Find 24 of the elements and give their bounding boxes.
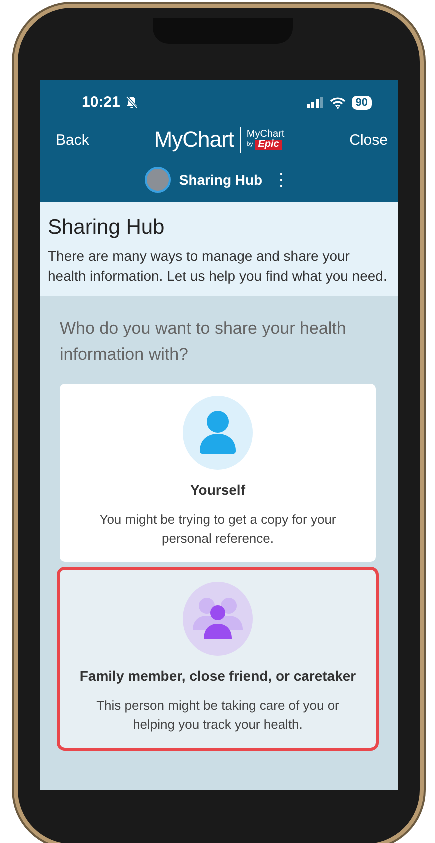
bell-muted-icon bbox=[126, 96, 138, 109]
question-text: Who do you want to share your health information with? bbox=[59, 318, 348, 366]
close-link[interactable]: Close bbox=[350, 132, 388, 148]
partner-logo-name: MyChart bbox=[246, 130, 285, 140]
status-time: 10:21 bbox=[82, 94, 120, 111]
option-description: This person might be taking care of you or helping you track your health. bbox=[96, 697, 340, 734]
avatar[interactable] bbox=[145, 167, 172, 193]
option-title: Family member, close friend, or caretaker bbox=[80, 668, 356, 684]
battery-level: 90 bbox=[352, 96, 372, 110]
signal-icon bbox=[306, 97, 324, 108]
page-description: There are many ways to manage and share your health information. Let us help you find what you need. bbox=[48, 247, 388, 286]
more-menu-button[interactable]: ⋮ bbox=[270, 169, 293, 191]
context-title: Sharing Hub bbox=[179, 172, 263, 188]
group-icon bbox=[183, 582, 253, 656]
person-icon bbox=[183, 396, 253, 470]
back-link[interactable]: Back bbox=[56, 132, 90, 148]
wifi-icon bbox=[330, 96, 346, 108]
page-title: Sharing Hub bbox=[48, 216, 166, 240]
option-title: Yourself bbox=[190, 482, 246, 498]
app-logo: MyChart bbox=[154, 127, 234, 153]
highlighted-option-card[interactable]: Family member, close friend, or caretaker This person might be taking care of you or helping you track your health. bbox=[60, 570, 376, 748]
option-description: You might be trying to get a copy for your personal reference. bbox=[98, 511, 338, 548]
partner-logo-brand: Epic bbox=[255, 140, 282, 150]
option-card[interactable]: Yourself You might be trying to get a copy for your personal reference. bbox=[60, 384, 376, 562]
